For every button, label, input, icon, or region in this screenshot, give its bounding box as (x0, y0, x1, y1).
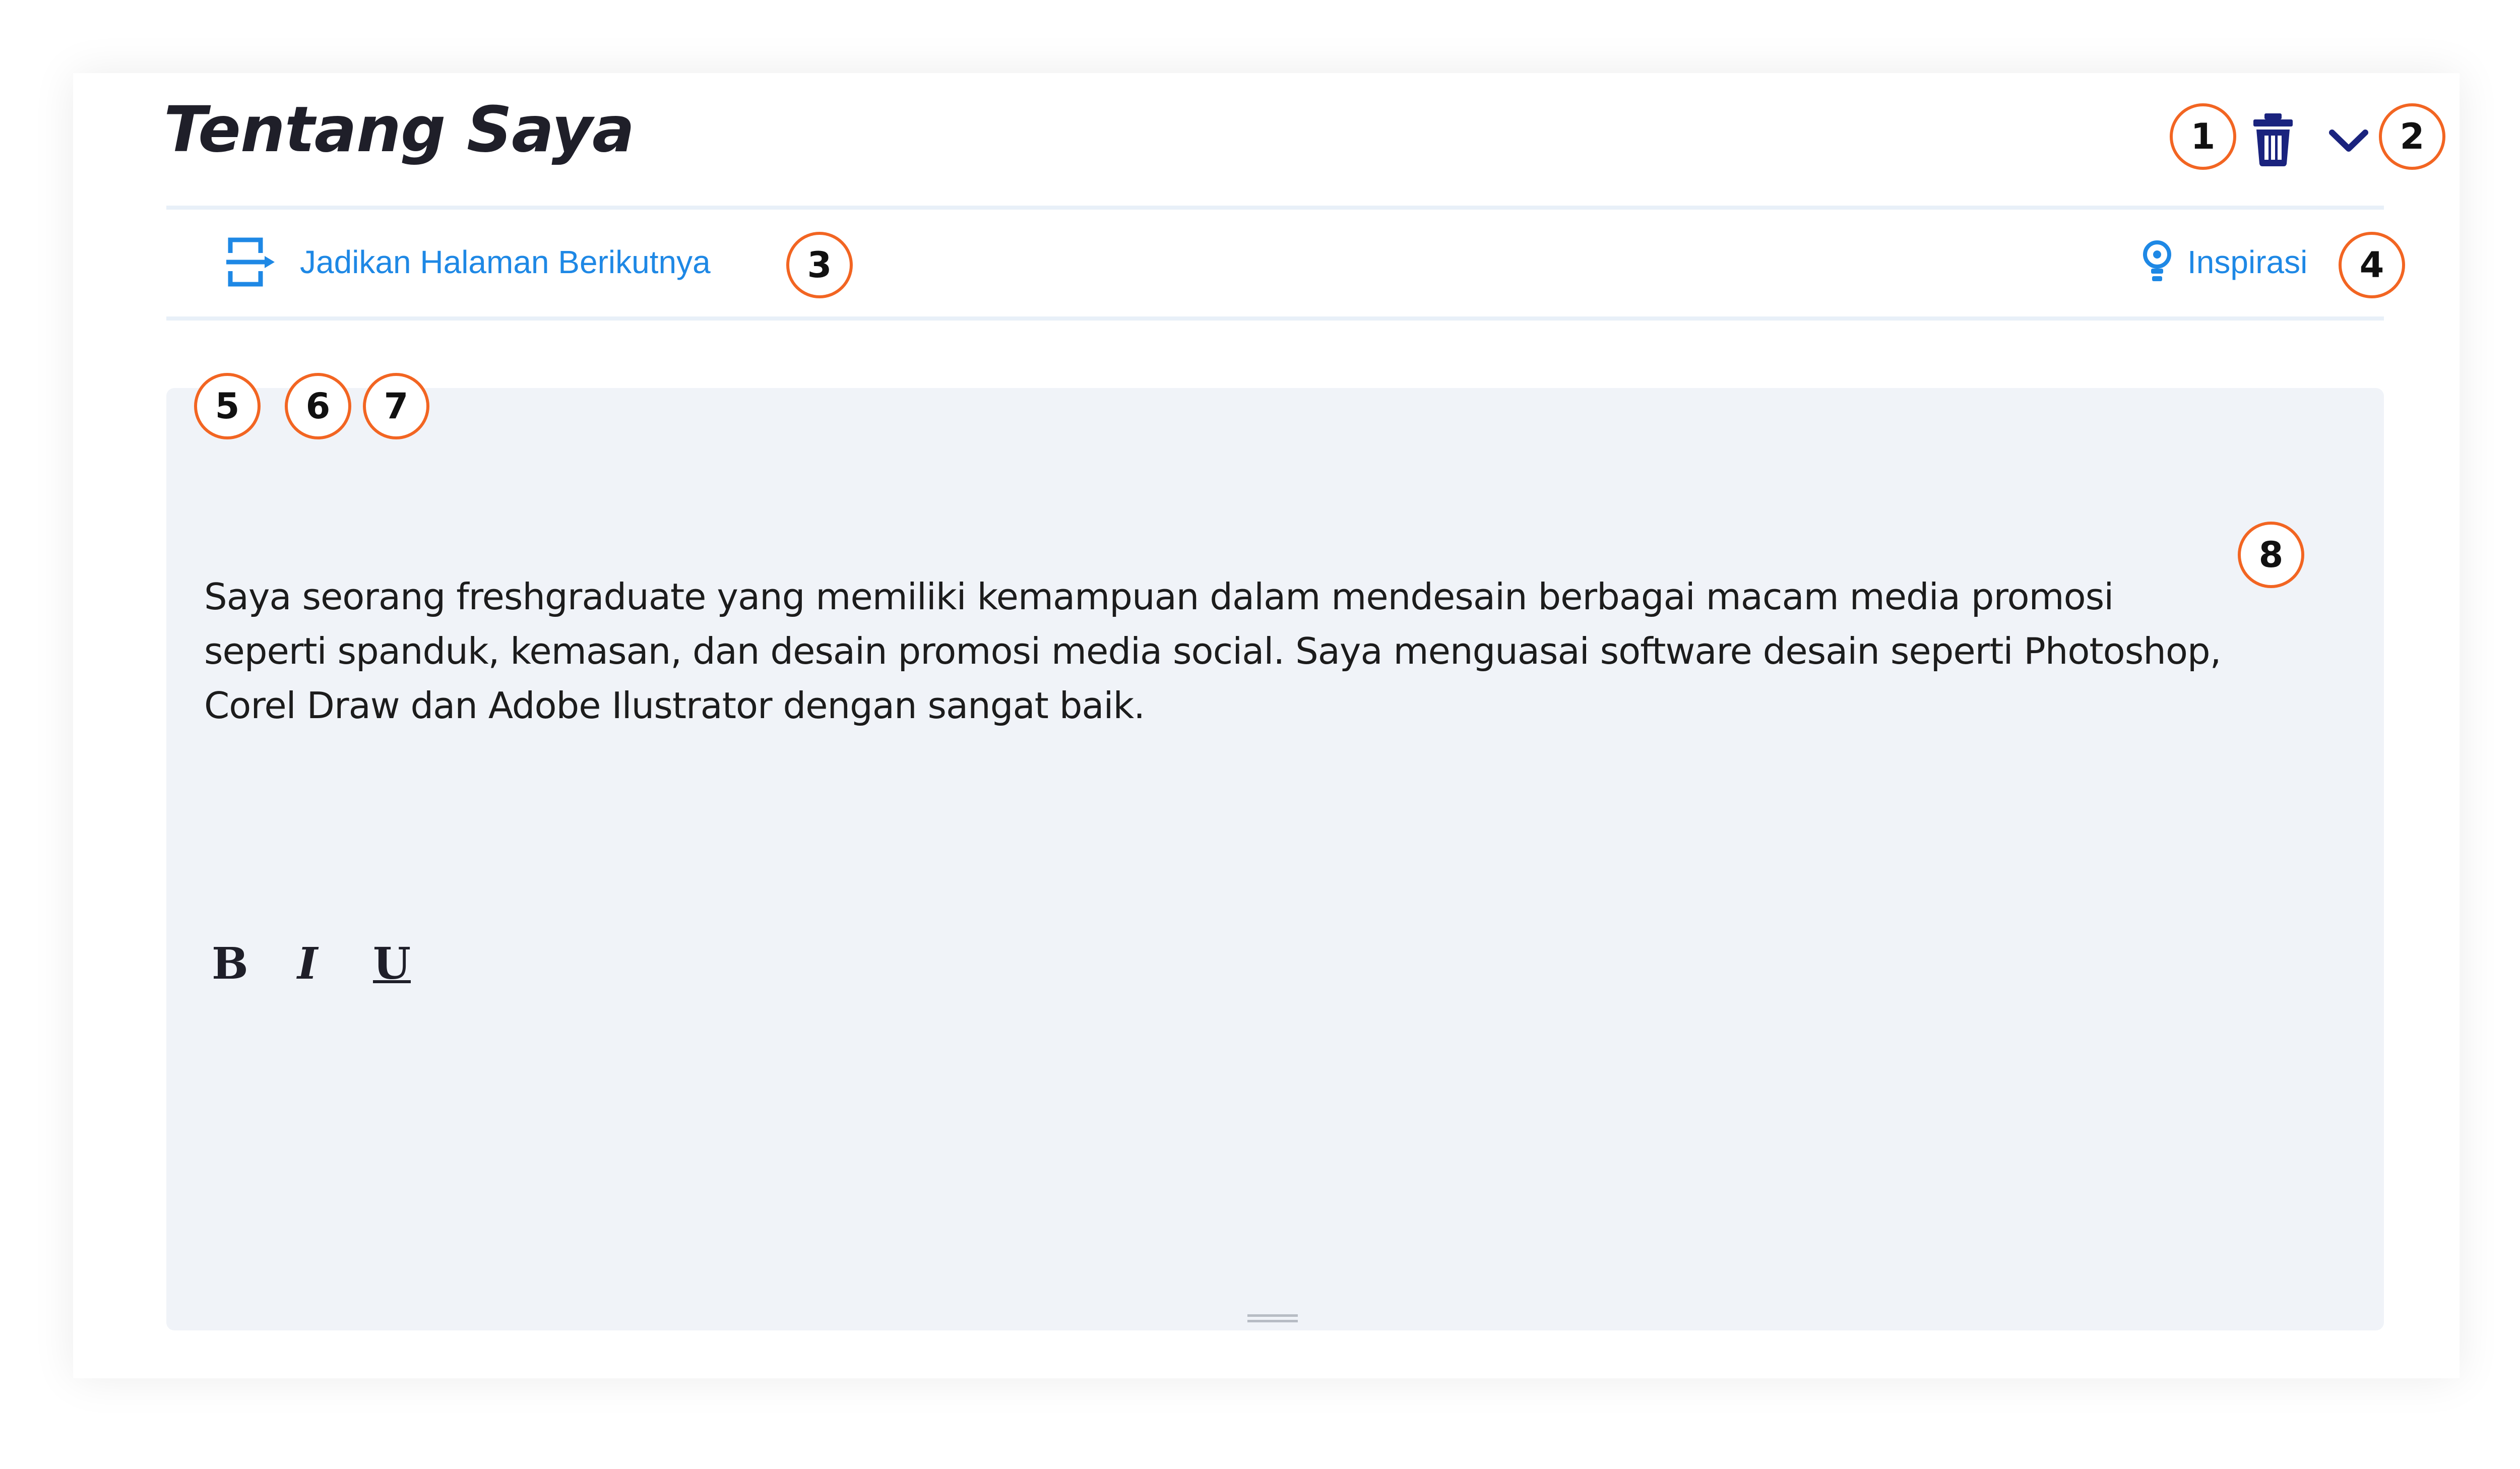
editor-resize-handle[interactable] (1247, 1313, 1298, 1324)
delete-button[interactable] (2250, 113, 2296, 166)
editor-line: Saya seorang freshgraduate yang memiliki… (204, 576, 2114, 618)
page-break-icon (226, 237, 275, 287)
set-next-page-link[interactable]: Jadikan Halaman Berikutnya (224, 237, 711, 287)
callout-badge-3: 3 (786, 232, 853, 298)
callout-badge-5: 5 (194, 373, 261, 439)
callout-badge-4: 4 (2339, 232, 2405, 298)
callout-badge-8: 8 (2238, 522, 2304, 588)
lightbulb-icon (2143, 240, 2171, 281)
italic-button[interactable]: I (297, 942, 318, 986)
bold-button[interactable]: B (212, 942, 248, 986)
collapse-button[interactable] (2326, 118, 2371, 164)
callout-badge-2: 2 (2379, 103, 2445, 170)
callout-badge-6: 6 (285, 373, 351, 439)
set-next-page-label: Jadikan Halaman Berikutnya (300, 244, 711, 280)
inspiration-label: Inspirasi (2187, 244, 2308, 280)
callout-badge-7: 7 (363, 373, 429, 439)
trash-icon (2253, 113, 2293, 166)
underline-button[interactable]: U (373, 942, 411, 986)
toolbar-divider (166, 316, 2384, 321)
inspiration-link[interactable]: Inspirasi (2142, 239, 2307, 285)
editor-line: seperti spanduk, kemasan, dan desain pro… (204, 630, 2222, 672)
section-title: Tentang Saya (164, 93, 635, 166)
chevron-down-icon (2329, 130, 2368, 152)
editor-content[interactable]: Saya seorang freshgraduate yang memiliki… (204, 569, 2361, 733)
editor-line: Corel Draw dan Adobe Ilustrator dengan s… (204, 684, 1145, 727)
callout-badge-1: 1 (2170, 103, 2236, 170)
header-divider (166, 206, 2384, 210)
rich-text-editor[interactable] (166, 388, 2384, 1330)
